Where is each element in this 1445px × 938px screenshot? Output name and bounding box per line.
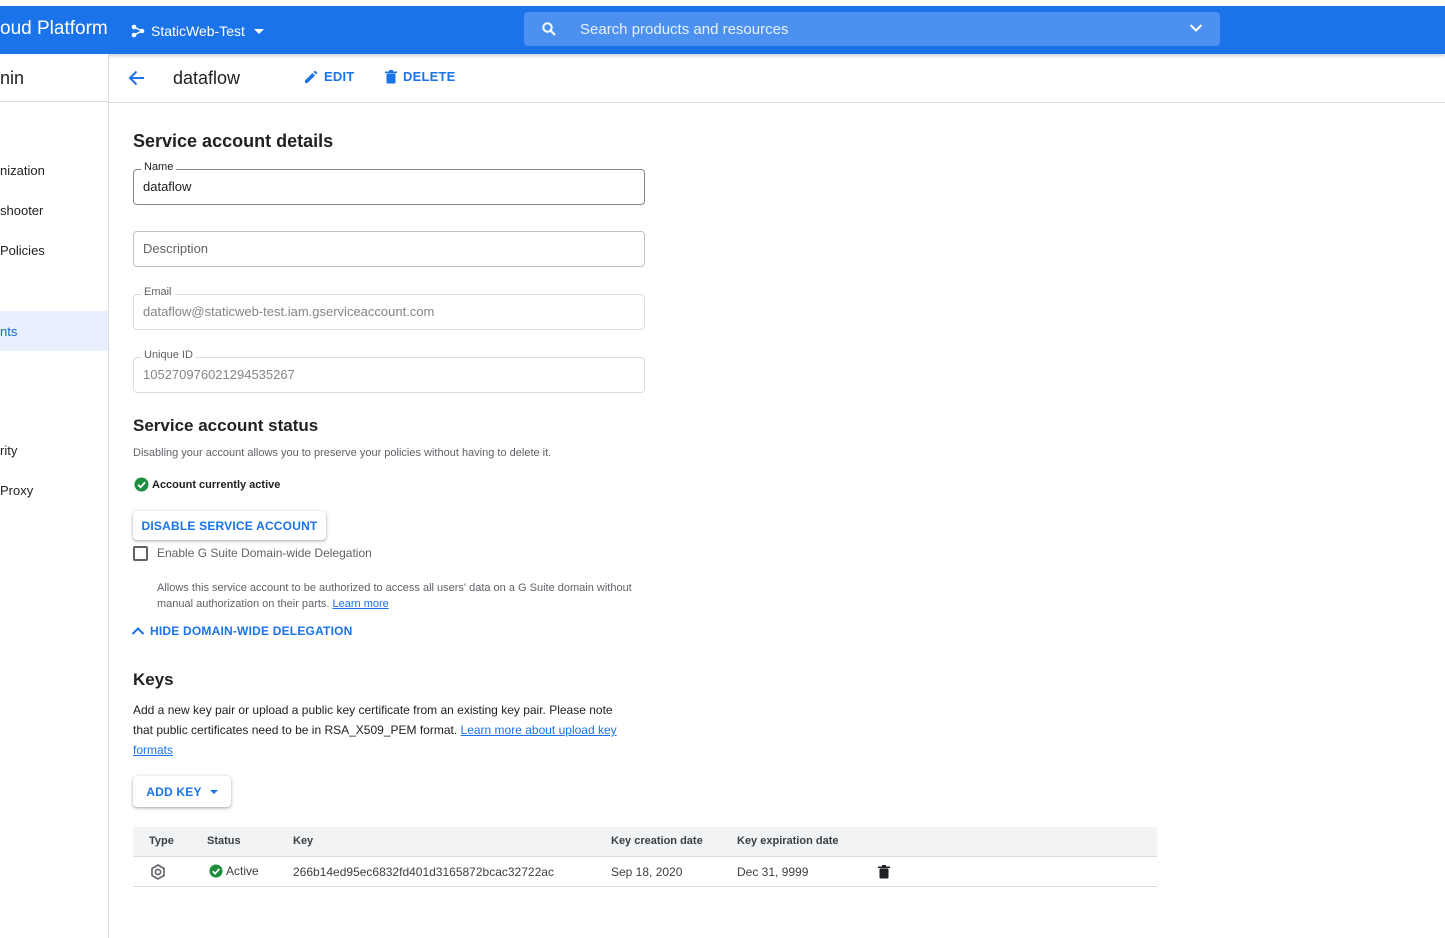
- details-heading: Service account details: [133, 131, 333, 152]
- page-title: dataflow: [173, 68, 240, 89]
- caret-down-icon: [254, 29, 264, 34]
- delete-button[interactable]: DELETE: [385, 69, 455, 84]
- col-status: Status: [207, 835, 241, 847]
- name-field-label: Name: [141, 161, 176, 173]
- email-value: [143, 304, 633, 319]
- col-type: Type: [149, 835, 174, 847]
- add-key-label: ADD KEY: [146, 785, 201, 799]
- search-input[interactable]: [580, 12, 1160, 46]
- key-status: Active: [209, 864, 259, 878]
- key-expires: Dec 31, 9999: [737, 865, 808, 879]
- top-app-bar: oud Platform StaticWeb-Test: [0, 6, 1445, 54]
- status-description: Disabling your account allows you to pre…: [133, 447, 551, 459]
- sidebar: nin nization shooter Policies nts rity P…: [0, 54, 109, 938]
- delete-label: DELETE: [403, 69, 455, 84]
- description-input[interactable]: [143, 241, 633, 256]
- project-name: StaticWeb-Test: [151, 23, 245, 39]
- chevron-up-icon: [131, 626, 145, 636]
- delegation-description: Allows this service account to be author…: [157, 580, 647, 612]
- delegation-checkbox-label[interactable]: Enable G Suite Domain-wide Delegation: [157, 546, 372, 560]
- delegation-desc-text: Allows this service account to be author…: [157, 582, 632, 610]
- sidebar-divider: [0, 101, 109, 102]
- brand-title[interactable]: oud Platform: [0, 18, 108, 40]
- trash-icon: [385, 70, 397, 84]
- project-hexagon-icon: [131, 24, 145, 38]
- keys-table-header: Type Status Key Key creation date Key ex…: [133, 827, 1157, 857]
- sidebar-title: nin: [0, 68, 24, 89]
- hide-delegation-button[interactable]: HIDE DOMAIN-WIDE DELEGATION: [131, 624, 353, 638]
- key-created: Sep 18, 2020: [611, 865, 682, 879]
- edit-button[interactable]: EDIT: [304, 69, 354, 84]
- hide-delegation-label: HIDE DOMAIN-WIDE DELEGATION: [150, 624, 353, 638]
- learn-more-link[interactable]: Learn more: [333, 598, 389, 610]
- sidebar-item-policies[interactable]: Policies: [0, 230, 108, 270]
- col-key: Key: [293, 835, 313, 847]
- keys-heading: Keys: [133, 670, 174, 690]
- sidebar-item-security[interactable]: rity: [0, 430, 108, 470]
- disable-service-account-button[interactable]: DISABLE SERVICE ACCOUNT: [133, 511, 326, 540]
- key-type-icon: [150, 864, 166, 880]
- project-selector[interactable]: StaticWeb-Test: [131, 18, 264, 44]
- account-status: Account currently active: [134, 477, 280, 492]
- status-text: Account currently active: [152, 479, 280, 491]
- col-created: Key creation date: [611, 835, 703, 847]
- check-circle-icon: [209, 864, 223, 878]
- status-heading: Service account status: [133, 416, 318, 436]
- name-field[interactable]: Name: [133, 169, 645, 205]
- email-field-label: Email: [141, 286, 175, 298]
- keys-description: Add a new key pair or upload a public ke…: [133, 700, 633, 760]
- description-field[interactable]: [133, 231, 645, 267]
- page-header: dataflow EDIT DELETE: [109, 54, 1445, 103]
- sidebar-item-organization[interactable]: nization: [0, 150, 108, 190]
- chevron-down-icon[interactable]: [1189, 23, 1203, 33]
- sidebar-item-troubleshooter[interactable]: shooter: [0, 190, 108, 230]
- key-status-text: Active: [226, 864, 259, 878]
- unique-id-value: [143, 367, 633, 382]
- unique-id-field: Unique ID: [133, 357, 645, 393]
- table-row: Active 266b14ed95ec6832fd401d3165872bcac…: [133, 857, 1157, 887]
- unique-id-label: Unique ID: [141, 349, 196, 361]
- edit-label: EDIT: [324, 69, 354, 84]
- delete-key-icon[interactable]: [878, 865, 890, 879]
- delegation-checkbox[interactable]: [133, 546, 148, 561]
- add-key-button[interactable]: ADD KEY: [133, 776, 231, 807]
- col-expires: Key expiration date: [737, 835, 838, 847]
- pencil-icon: [304, 70, 318, 84]
- name-input[interactable]: [143, 179, 633, 194]
- search-bar[interactable]: [524, 12, 1220, 46]
- search-icon: [542, 22, 556, 36]
- sidebar-item-service-accounts[interactable]: nts: [0, 311, 108, 351]
- key-id: 266b14ed95ec6832fd401d3165872bcac32722ac: [293, 865, 554, 879]
- keys-table: Type Status Key Key creation date Key ex…: [133, 827, 1157, 887]
- check-circle-icon: [134, 477, 149, 492]
- caret-down-icon: [210, 790, 218, 794]
- back-arrow-icon[interactable]: [128, 69, 146, 87]
- email-field: Email: [133, 294, 645, 330]
- sidebar-item-proxy[interactable]: Proxy: [0, 470, 108, 510]
